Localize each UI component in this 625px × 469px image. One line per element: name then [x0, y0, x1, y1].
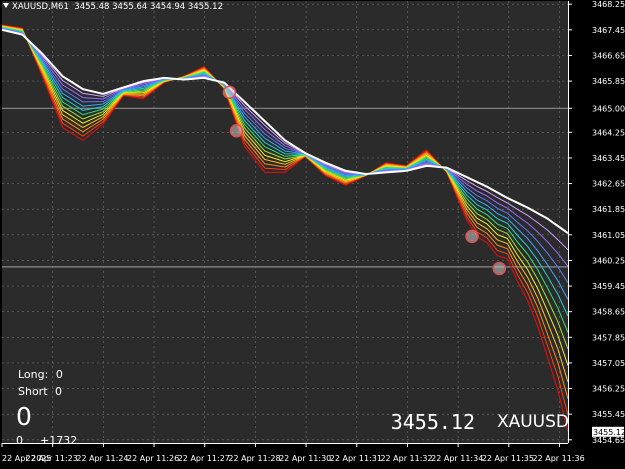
- ohlc-values: 3455.48 3455.64 3454.94 3455.12: [74, 2, 223, 12]
- collapse-arrow-icon[interactable]: [3, 3, 9, 8]
- trade-marker: [229, 123, 244, 138]
- y-tick-label: 3465.00: [592, 104, 625, 113]
- symbol-period: XAUUSD,M61: [12, 2, 69, 12]
- bottom-count: +1732: [40, 434, 78, 447]
- y-tick-label: 3460.25: [592, 256, 625, 265]
- y-tick-label: 3457.05: [592, 359, 625, 368]
- x-tick-label: 22 Apr 11:28: [228, 454, 280, 463]
- trade-marker: [465, 229, 479, 244]
- short-row: Short 0: [18, 385, 62, 398]
- position-count: 0: [16, 402, 32, 431]
- x-tick-label: 22 Apr 11:31: [330, 454, 382, 463]
- x-tick-label: 22 Apr 11:27: [178, 454, 230, 463]
- y-tick-label: 3461.85: [592, 205, 625, 214]
- trade-marker: [222, 85, 237, 100]
- y-tick-label: 3466.65: [592, 51, 625, 60]
- y-tick-label: 3465.85: [592, 77, 625, 86]
- x-tick-label: 22 Apr 11:24: [76, 454, 128, 463]
- chart-canvas: 3468.25 3467.45 3466.65 3465.85 3465.00 3464.…: [1, 0, 625, 463]
- bottom-left-value: 0: [16, 434, 23, 447]
- y-tick-label: 3459.45: [592, 282, 625, 291]
- x-tick-label: 22 Apr 11:36: [533, 454, 585, 463]
- y-tick-label: 3458.65: [592, 308, 625, 317]
- trade-marker: [492, 261, 507, 276]
- x-tick-label: 22 Apr 11:30: [279, 454, 331, 463]
- y-tick-label: 3457.85: [592, 333, 625, 342]
- price-display: 3455.12: [390, 410, 475, 434]
- y-tick-label: 3468.25: [592, 0, 625, 9]
- x-tick-label: 22 Apr 11:34: [431, 454, 483, 463]
- long-value: 0: [55, 368, 63, 381]
- y-tick-label: 3464.25: [592, 128, 625, 137]
- chart-window: 3468.25 3467.45 3466.65 3465.85 3465.00 3464.…: [0, 0, 625, 469]
- x-tick-label: 22 Apr 11:26: [127, 454, 179, 463]
- short-label: Short: [18, 385, 48, 398]
- x-tick-label: 22 Apr 11:35: [482, 454, 534, 463]
- long-row: Long: 0: [18, 368, 63, 381]
- price-tag-text: 3455.12: [593, 428, 625, 437]
- chart-header: XAUUSD,M61 3455.48 3455.64 3454.94 3455.…: [3, 2, 223, 12]
- long-label: Long:: [18, 368, 49, 381]
- y-tick-label: 3461.05: [592, 231, 625, 240]
- y-tick-label: 3456.25: [592, 385, 625, 394]
- price-tag: 3455.12: [592, 426, 625, 437]
- symbol-display: XAUUSD: [496, 412, 569, 432]
- y-tick-label: 3454.65: [592, 436, 625, 445]
- y-tick-label: 3467.45: [592, 26, 625, 35]
- x-tick-label: 22 Apr 11:32: [380, 454, 432, 463]
- x-tick-label: 22 Apr 11:23: [26, 454, 78, 463]
- y-tick-label: 3462.65: [592, 180, 625, 189]
- y-tick-label: 3455.45: [592, 410, 625, 419]
- y-tick-label: 3463.45: [592, 154, 625, 163]
- short-value: 0: [55, 385, 63, 398]
